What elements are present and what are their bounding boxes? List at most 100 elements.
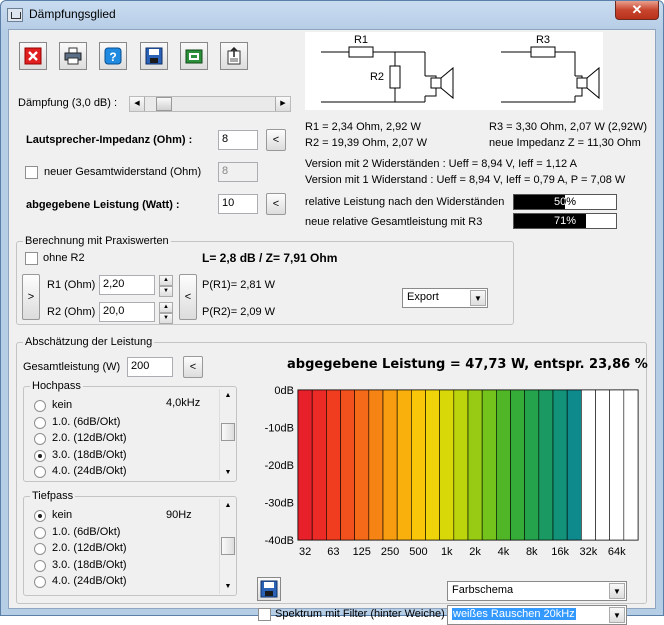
praxis-title: Berechnung mit Praxiswerten — [23, 235, 171, 247]
x-tick-label: 8k — [526, 546, 538, 558]
print-button[interactable] — [59, 42, 87, 70]
impedanz-apply-button[interactable]: < — [266, 129, 286, 151]
p-r1-label: P(R1)= 2,81 W — [202, 279, 276, 291]
spektrum-checkbox[interactable] — [258, 608, 271, 621]
y-tick-label: -40dB — [265, 535, 294, 547]
scroll-up-arrow[interactable]: ▲ — [220, 389, 236, 403]
spektrum-label: Spektrum mit Filter (hinter Weiche) — [275, 608, 445, 620]
spectrum-bar — [566, 389, 582, 541]
x-tick-label: 32k — [580, 546, 598, 558]
chart-save-button[interactable] — [257, 577, 281, 601]
abschaetzung-title: Abschätzung der Leistung — [23, 336, 155, 348]
hochpass-scrollbar[interactable]: ▲ ▼ — [219, 389, 236, 480]
leistung-input[interactable]: 10 — [218, 194, 258, 214]
r1-input[interactable]: 2,20 — [99, 275, 155, 295]
save-button[interactable] — [140, 42, 168, 70]
y-tick-label: -20dB — [265, 460, 294, 472]
result-version1: Version mit 1 Widerstand : Ueff = 8,94 V… — [305, 174, 626, 186]
export-select[interactable]: Export ▼ — [402, 288, 488, 308]
leistung-label: abgegebene Leistung (Watt) : — [26, 199, 180, 211]
scroll-down-arrow[interactable]: ▼ — [220, 466, 236, 480]
rel-gesamt-value: 71% — [553, 215, 577, 227]
gesamtleistung-input[interactable]: 200 — [127, 357, 173, 377]
slider-right-arrow[interactable]: ▶ — [275, 97, 290, 111]
spectrum-bar — [453, 389, 469, 541]
circuit-diagram-panel: R1 R2 R3 — [305, 32, 603, 110]
impedanz-input[interactable]: 8 — [218, 130, 258, 150]
svg-text:?: ? — [109, 50, 116, 64]
result-neue-impedanz: neue Impedanz Z = 11,30 Ohm — [489, 137, 641, 149]
open-button[interactable] — [180, 42, 208, 70]
save-icon — [260, 580, 278, 598]
hochpass-option-label: kein — [52, 399, 73, 411]
praxis-left-button[interactable]: > — [22, 274, 40, 320]
help-button[interactable]: ? — [99, 42, 127, 70]
window-title: Dämpfungsglied — [29, 7, 116, 21]
rauschen-value: weißes Rauschen 20kHz — [452, 608, 576, 620]
spectrum-bar — [439, 389, 455, 541]
chevron-down-icon[interactable]: ▼ — [609, 607, 625, 623]
hochpass-radio[interactable] — [34, 433, 46, 445]
hochpass-radio[interactable] — [34, 466, 46, 478]
circuit-diagram: R1 R2 R3 — [321, 34, 600, 103]
spectrum-bar — [510, 389, 525, 541]
tiefpass-scroll-thumb[interactable] — [221, 537, 235, 555]
save-icon — [145, 47, 163, 65]
hochpass-radio[interactable] — [34, 449, 46, 462]
hochpass-option-label: 3.0. (18dB/Okt) — [52, 448, 127, 461]
rel-leistung-bar: 50% — [513, 194, 617, 210]
praxis-group: Berechnung mit Praxiswerten ohne R2 L= 2… — [16, 235, 514, 325]
ohne-r2-checkbox[interactable] — [25, 252, 38, 265]
x-tick-label: 4k — [498, 546, 510, 558]
r2-spinner[interactable]: ▲ ▼ — [159, 302, 173, 324]
gesamtleistung-apply-button[interactable]: < — [183, 356, 203, 378]
rauschen-select[interactable]: weißes Rauschen 20kHz ▼ — [447, 605, 627, 625]
scroll-down-arrow[interactable]: ▼ — [220, 580, 236, 594]
result-version2: Version mit 2 Widerständen : Ueff = 8,94… — [305, 158, 577, 170]
label-r1: R1 — [354, 34, 368, 46]
chevron-down-icon[interactable]: ▼ — [470, 290, 486, 306]
title-bar[interactable]: Dämpfungsglied ✕ — [1, 1, 663, 29]
praxis-right-button[interactable]: < — [179, 274, 197, 320]
app-icon — [7, 8, 23, 22]
tiefpass-option-label: 4.0. (24dB/Okt) — [52, 575, 127, 587]
leistung-apply-button[interactable]: < — [266, 193, 286, 215]
gesamtwiderstand-checkbox[interactable] — [25, 166, 38, 179]
spectrum-bar — [609, 389, 625, 541]
close-window-button[interactable]: ✕ — [615, 1, 659, 20]
tiefpass-radio[interactable] — [34, 510, 46, 522]
x-tick-label: 500 — [409, 546, 427, 558]
x-tick-label: 250 — [381, 546, 399, 558]
hochpass-freq: 4,0kHz — [166, 397, 201, 409]
slider-thumb[interactable] — [156, 97, 173, 111]
close-toolbar-button[interactable] — [19, 42, 47, 70]
hochpass-radio[interactable] — [34, 400, 46, 412]
scroll-up-arrow[interactable]: ▲ — [220, 499, 236, 513]
farbschema-select[interactable]: Farbschema ▼ — [447, 581, 627, 601]
spectrum-bar — [425, 389, 440, 541]
chevron-down-icon[interactable]: ▼ — [609, 583, 625, 599]
hochpass-scroll-thumb[interactable] — [221, 423, 235, 441]
r2-input[interactable]: 20,0 — [99, 302, 155, 322]
tiefpass-radio[interactable] — [34, 559, 46, 572]
tiefpass-radio[interactable] — [34, 576, 46, 588]
spectrum-bar — [552, 389, 568, 541]
tiefpass-radio[interactable] — [34, 543, 46, 555]
hochpass-option-label: 2.0. (12dB/Okt) — [52, 432, 127, 444]
hochpass-radio[interactable] — [34, 416, 46, 429]
gesamtwiderstand-label: neuer Gesamtwiderstand (Ohm) — [44, 166, 202, 178]
y-tick-label: 0dB — [274, 385, 294, 397]
x-tick-label: 1k — [441, 546, 453, 558]
x-tick-label: 32 — [299, 546, 311, 558]
r1-spinner[interactable]: ▲ ▼ — [159, 275, 173, 297]
print-icon — [64, 47, 82, 65]
spectrum-bar — [354, 389, 370, 541]
daempfung-slider[interactable]: ◀ ▶ — [129, 96, 291, 112]
tiefpass-scrollbar[interactable]: ▲ ▼ — [219, 499, 236, 594]
export-button[interactable] — [220, 42, 248, 70]
x-tick-label: 64k — [608, 546, 626, 558]
result-r1: R1 = 2,34 Ohm, 2,92 W — [305, 121, 421, 133]
tiefpass-radio[interactable] — [34, 526, 46, 539]
gesamtwiderstand-input[interactable]: 8 — [218, 162, 258, 182]
slider-left-arrow[interactable]: ◀ — [130, 97, 145, 111]
